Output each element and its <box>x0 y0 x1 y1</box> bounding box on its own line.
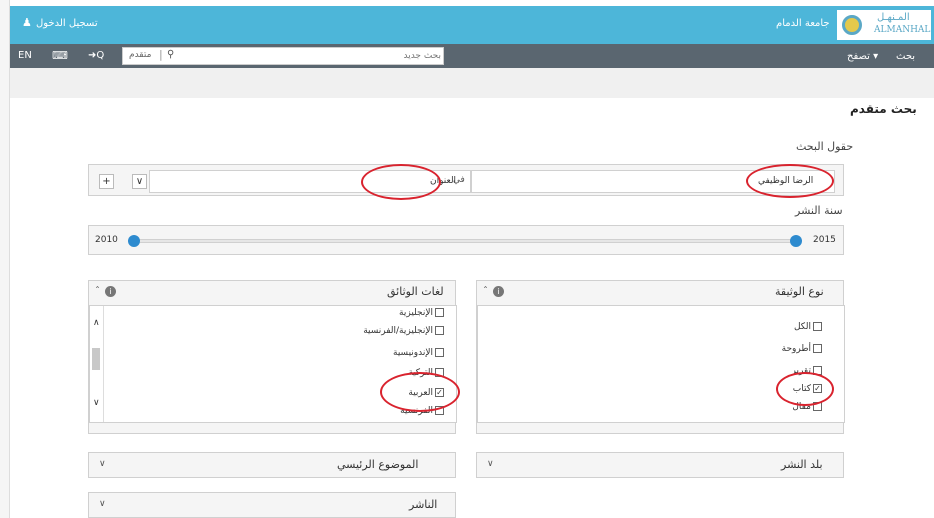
scrollbar-thumb[interactable] <box>92 348 100 370</box>
search-fields-label: حقول البحث <box>796 140 854 153</box>
main-subject-label: الموضوع الرئيسي <box>337 458 419 471</box>
type-item-thesis[interactable]: أطروحة <box>782 344 822 354</box>
doc-type-title: نوع الوثيقة <box>775 285 824 298</box>
lang-item-indonesian[interactable]: الإندونيسية <box>393 348 444 358</box>
info-icon[interactable]: i <box>493 286 504 297</box>
year-min-handle[interactable] <box>128 235 140 247</box>
doc-type-list: الكل أطروحة تقرير ✓كتاب مقال <box>477 305 845 423</box>
collapse-chevron-icon[interactable]: ˆ <box>483 286 488 297</box>
year-slider-row: 2010 2015 <box>88 225 844 255</box>
highlight-circle-book <box>776 372 834 406</box>
checkbox[interactable] <box>435 326 444 335</box>
login-link[interactable]: تسجيل الدخول <box>36 18 98 29</box>
highlight-circle-arabic <box>380 372 460 412</box>
year-max-handle[interactable] <box>790 235 802 247</box>
highlight-circle-term <box>746 164 834 198</box>
highlight-circle-field <box>361 164 441 200</box>
checkbox[interactable] <box>813 322 822 331</box>
field-select-chevron-icon[interactable]: ∨ <box>132 174 147 189</box>
lang-item-english[interactable]: الإنجليزية <box>399 308 444 318</box>
add-field-button[interactable]: + <box>99 174 114 189</box>
advanced-search-link[interactable]: متقدم <box>129 50 151 60</box>
country-label: بلد النشر <box>781 458 823 471</box>
language-toggle[interactable]: EN <box>18 50 32 61</box>
checkbox[interactable] <box>813 344 822 353</box>
scrollbar[interactable]: ∧ ∨ <box>90 306 104 422</box>
publisher-dropdown[interactable]: ∨ الناشر <box>88 492 456 518</box>
university-name: جامعة الدمام <box>776 18 830 29</box>
info-icon[interactable]: i <box>105 286 116 297</box>
search-icon[interactable]: ⚲ <box>167 49 174 60</box>
search-menu[interactable]: بحث <box>896 51 915 62</box>
lang-item-english-french[interactable]: الإنجليزية/الفرنسية <box>363 326 444 336</box>
search-box: متقدم | ⚲ <box>122 47 444 65</box>
logo-sun-icon <box>842 15 862 35</box>
divider: | <box>159 48 163 61</box>
user-icon: ♟ <box>22 16 32 29</box>
year-slider-track[interactable] <box>133 239 801 243</box>
publisher-label: الناشر <box>409 498 438 511</box>
year-max-label: 2015 <box>813 235 836 245</box>
page-title: بحث متقدم <box>850 102 917 116</box>
main-subject-dropdown[interactable]: ∨ الموضوع الرئيسي <box>88 452 456 478</box>
search-arrow-icon[interactable]: ➜Q <box>88 50 104 61</box>
in-label: في <box>453 175 465 185</box>
chevron-down-icon: ∨ <box>99 459 106 469</box>
page-header-panel <box>10 68 934 98</box>
checkbox[interactable] <box>435 308 444 317</box>
checkbox[interactable] <box>435 348 444 357</box>
doc-languages-title: لغات الوثائق <box>387 285 444 298</box>
logo: المـنهـل ALMANHAL <box>837 10 931 40</box>
collapse-chevron-icon[interactable]: ˆ <box>95 286 100 297</box>
doc-type-panel: ˆ i نوع الوثيقة الكل أطروحة تقرير ✓كتاب … <box>476 280 845 434</box>
doc-languages-panel: ˆ i لغات الوثائق ∧ ∨ الإنجليزية الإنجليز… <box>88 280 457 434</box>
browse-menu[interactable]: تصفح ▾ <box>847 51 878 62</box>
chevron-down-icon: ∨ <box>99 499 106 509</box>
left-edge <box>0 0 10 518</box>
keyboard-icon[interactable]: ⌨ <box>52 49 68 62</box>
scroll-down-icon[interactable]: ∨ <box>93 398 100 408</box>
year-min-label: 2010 <box>95 235 118 245</box>
search-fields-row: + ∨ العنوان في الرضا الوظيفي <box>88 164 844 196</box>
country-dropdown[interactable]: ∨ بلد النشر <box>476 452 844 478</box>
chevron-down-icon: ∨ <box>487 459 494 469</box>
type-item-all[interactable]: الكل <box>794 322 822 332</box>
scroll-up-icon[interactable]: ∧ <box>93 318 100 328</box>
year-label: سنة النشر <box>795 204 843 217</box>
search-input[interactable] <box>183 49 441 63</box>
